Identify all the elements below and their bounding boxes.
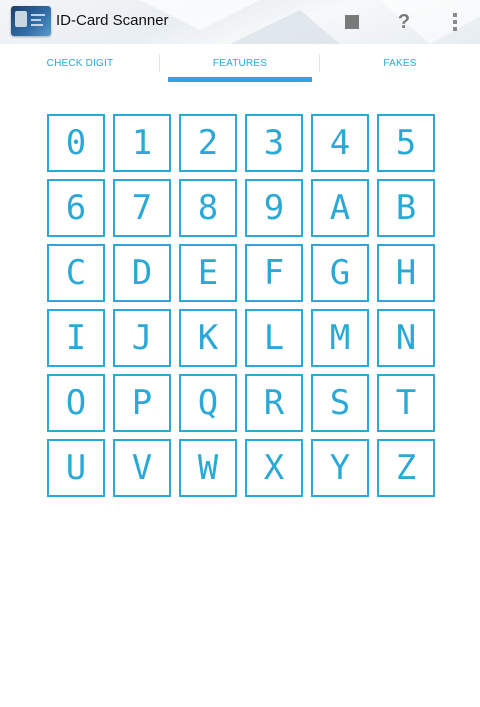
id-card-line: [31, 14, 45, 16]
character-tile[interactable]: J: [113, 309, 171, 367]
character-tile[interactable]: A: [311, 179, 369, 237]
character-tile[interactable]: Y: [311, 439, 369, 497]
character-tile[interactable]: D: [113, 244, 171, 302]
character-tile[interactable]: 2: [179, 114, 237, 172]
character-tile[interactable]: U: [47, 439, 105, 497]
tab-check-digit[interactable]: CHECK DIGIT: [0, 44, 160, 82]
character-tile[interactable]: Q: [179, 374, 237, 432]
character-tile[interactable]: 8: [179, 179, 237, 237]
character-tile[interactable]: X: [245, 439, 303, 497]
tab-active-indicator: [168, 77, 312, 82]
character-tile[interactable]: P: [113, 374, 171, 432]
character-tile[interactable]: E: [179, 244, 237, 302]
id-card-photo: [15, 11, 27, 27]
character-tile[interactable]: 5: [377, 114, 435, 172]
tab-fakes[interactable]: FAKES: [320, 44, 480, 82]
tab-features[interactable]: FEATURES: [160, 44, 320, 82]
app-bar: ID-Card Scanner ?: [0, 0, 480, 44]
tab-label: CHECK DIGIT: [46, 57, 114, 69]
character-tile[interactable]: T: [377, 374, 435, 432]
character-tile[interactable]: O: [47, 374, 105, 432]
overflow-menu-icon: [453, 13, 457, 31]
character-grid: 012345 6789AB CDEFGH IJKLMN OPQRST UVWXYZ: [47, 114, 435, 497]
character-tile[interactable]: R: [245, 374, 303, 432]
stop-icon: [345, 15, 359, 29]
id-card-line: [31, 24, 43, 26]
character-tile[interactable]: N: [377, 309, 435, 367]
character-tile[interactable]: L: [245, 309, 303, 367]
tab-bar: CHECK DIGIT FEATURES FAKES: [0, 44, 480, 82]
stop-button[interactable]: [341, 11, 363, 33]
character-tile[interactable]: 0: [47, 114, 105, 172]
character-tile[interactable]: Z: [377, 439, 435, 497]
character-tile[interactable]: C: [47, 244, 105, 302]
app-title: ID-Card Scanner: [56, 12, 169, 29]
help-icon: ?: [397, 10, 411, 33]
character-tile[interactable]: 7: [113, 179, 171, 237]
character-tile[interactable]: 4: [311, 114, 369, 172]
character-tile[interactable]: 3: [245, 114, 303, 172]
character-tile[interactable]: 1: [113, 114, 171, 172]
character-tile[interactable]: G: [311, 244, 369, 302]
character-tile[interactable]: M: [311, 309, 369, 367]
character-tile[interactable]: S: [311, 374, 369, 432]
character-tile[interactable]: 9: [245, 179, 303, 237]
character-tile[interactable]: F: [245, 244, 303, 302]
character-tile[interactable]: B: [377, 179, 435, 237]
help-button[interactable]: ?: [393, 11, 415, 33]
tab-label: FEATURES: [212, 57, 268, 69]
character-tile[interactable]: V: [113, 439, 171, 497]
character-tile[interactable]: I: [47, 309, 105, 367]
character-tile[interactable]: H: [377, 244, 435, 302]
id-card-line: [31, 19, 41, 21]
character-tile[interactable]: W: [179, 439, 237, 497]
app-bar-decoration: [230, 10, 340, 44]
character-tile[interactable]: 6: [47, 179, 105, 237]
overflow-menu-button[interactable]: [444, 11, 466, 33]
tab-label: FAKES: [383, 57, 417, 69]
id-card-icon[interactable]: [11, 6, 51, 36]
character-tile[interactable]: K: [179, 309, 237, 367]
